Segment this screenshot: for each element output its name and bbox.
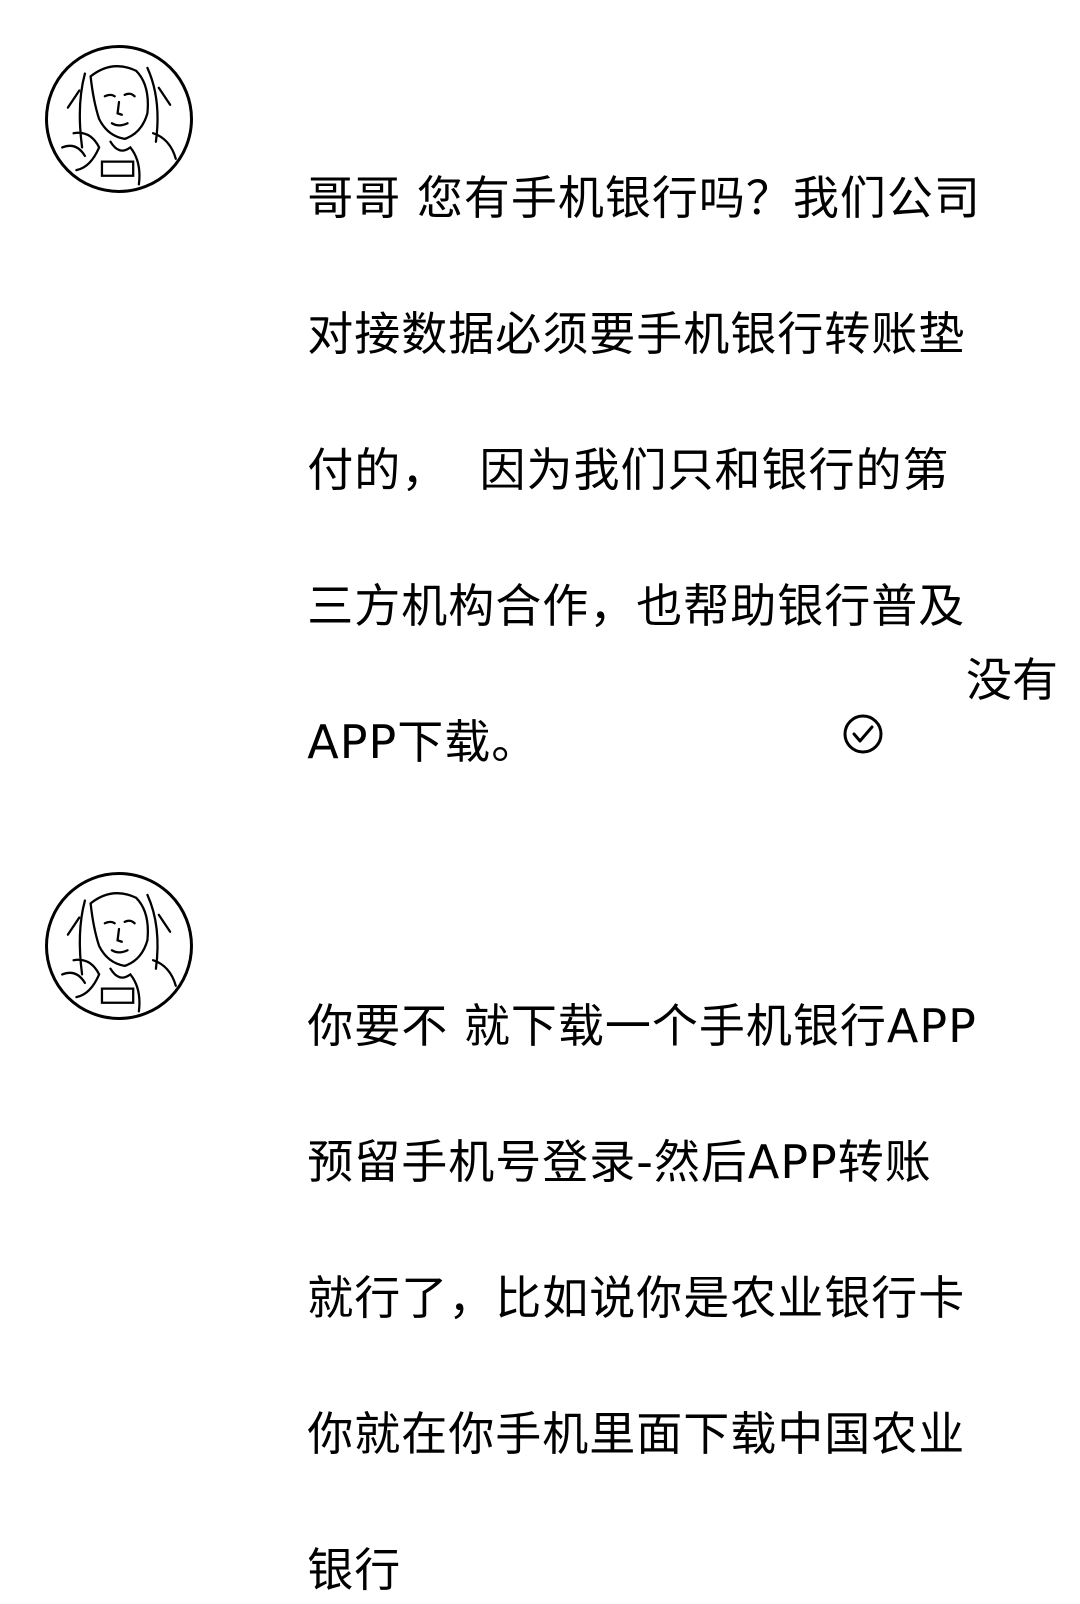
- avatar[interactable]: [45, 872, 193, 1020]
- message-line: 三方机构合作，也帮助银行普及: [307, 579, 966, 633]
- message-line: 付的， 因为我们只和银行的第: [307, 443, 950, 497]
- message-line: 对接数据必须要手机银行转账垫: [307, 307, 966, 361]
- message-line: 银行: [307, 1543, 402, 1597]
- message-line: 就行了，比如说你是农业银行卡: [307, 1271, 966, 1325]
- message-line: 你就在你手机里面下载中国农业: [307, 1407, 966, 1461]
- message-text: 哥哥 您有手机银行吗？我们公司 对接数据必须要手机银行转账垫 付的， 因为我们只…: [276, 96, 1021, 776]
- message-line: 哥哥 您有手机银行吗？我们公司: [307, 171, 981, 225]
- message-line: APP下载。: [307, 715, 539, 769]
- avatar-portrait-icon: [61, 65, 177, 186]
- message-text: 你要不 就下载一个手机银行APP 预留手机号登录-然后APP转账 就行了，比如说…: [276, 924, 1021, 1604]
- read-check-icon: [842, 713, 884, 755]
- avatar[interactable]: [45, 45, 193, 193]
- message-line: 预留手机号登录-然后APP转账: [307, 1135, 932, 1189]
- avatar-portrait-icon: [61, 892, 177, 1013]
- reply-text: 没有: [966, 653, 1058, 707]
- message-line: 你要不 就下载一个手机银行APP: [307, 999, 977, 1053]
